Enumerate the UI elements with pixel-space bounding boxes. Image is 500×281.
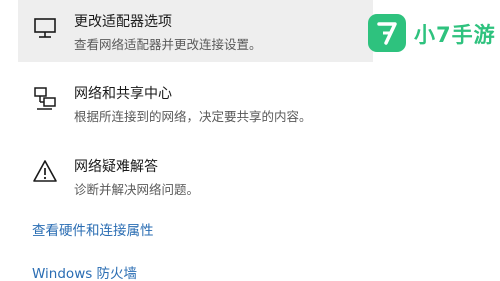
item-title: 更改适配器选项 (74, 14, 172, 30)
windows-firewall-link[interactable]: Windows 防火墙 (32, 262, 137, 281)
network-settings-panel: 更改适配器选项 查看网络适配器并更改连接设置。 网络和共享中心 根据所连接到的网… (0, 0, 500, 281)
monitor-network-icon (32, 16, 58, 42)
item-title: 网络和共享中心 (74, 86, 172, 102)
network-sharing-center-item[interactable]: 网络和共享中心 根据所连接到的网络，决定要共享的内容。 (18, 75, 373, 137)
change-adapter-options-item[interactable]: 更改适配器选项 查看网络适配器并更改连接设置。 (18, 0, 373, 62)
item-title: 网络疑难解答 (74, 159, 158, 175)
item-description: 查看网络适配器并更改连接设置。 (74, 37, 262, 52)
network-sharing-icon (32, 85, 58, 111)
watermark-text: 小7手游 (414, 23, 496, 47)
watermark-logo: 小7手游 (368, 14, 495, 52)
seven-logo-icon (368, 14, 406, 52)
warning-icon (32, 158, 58, 184)
network-troubleshooter-item[interactable]: 网络疑难解答 诊断并解决网络问题。 (18, 148, 373, 210)
item-description: 根据所连接到的网络，决定要共享的内容。 (74, 109, 312, 124)
item-description: 诊断并解决网络问题。 (74, 182, 200, 197)
hardware-connection-properties-link[interactable]: 查看硬件和连接属性 (32, 219, 154, 239)
